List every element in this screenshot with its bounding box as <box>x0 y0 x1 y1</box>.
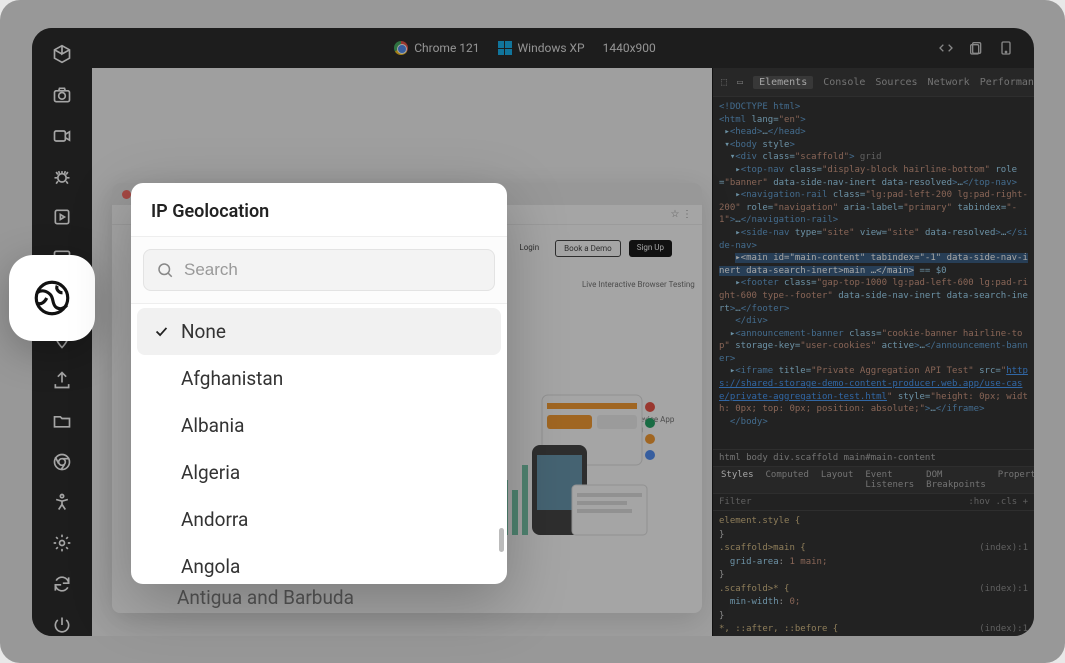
power-icon[interactable] <box>47 613 77 636</box>
device-icon[interactable] <box>998 40 1014 56</box>
search-box[interactable] <box>143 249 495 291</box>
filter-controls[interactable]: :hov .cls + <box>968 497 1028 507</box>
listeners-tab[interactable]: Event Listeners <box>865 470 914 490</box>
list-item[interactable]: Afghanistan <box>137 355 501 402</box>
popover-title: IP Geolocation <box>151 201 487 222</box>
active-tool-globe[interactable] <box>9 255 95 341</box>
video-icon[interactable] <box>47 124 77 147</box>
list-item[interactable]: Angola <box>137 543 501 584</box>
list-item[interactable]: Andorra <box>137 496 501 543</box>
windows-icon <box>498 41 512 55</box>
signup-button[interactable]: Sign Up <box>629 240 672 257</box>
geolocation-overflow-item[interactable]: Antigua and Barbuda <box>177 586 354 609</box>
devtools-tab-console[interactable]: Console <box>823 77 865 88</box>
devtools-breadcrumb[interactable]: html body div.scaffold main#main-content <box>713 449 1034 466</box>
logo-icon[interactable] <box>47 43 77 66</box>
devtools-tab-performance[interactable]: Performance <box>980 77 1034 88</box>
search-input[interactable] <box>184 260 482 280</box>
settings-icon[interactable] <box>47 532 77 555</box>
list-item[interactable]: Algeria <box>137 449 501 496</box>
devtools-tabs: ⬚ ▭ Elements Console Sources Network Per… <box>713 68 1034 97</box>
browser-chip: Chrome 121 <box>394 41 479 55</box>
devtools-panel: ⬚ ▭ Elements Console Sources Network Per… <box>712 68 1034 636</box>
play-icon[interactable] <box>47 206 77 229</box>
book-demo-button[interactable]: Book a Demo <box>555 240 621 257</box>
check-icon <box>151 323 171 340</box>
chrome-icon <box>394 41 408 55</box>
devtools-inspect-icon[interactable]: ⬚ <box>721 77 727 88</box>
devtools-styles-tabs: Styles Computed Layout Event Listeners D… <box>713 467 1034 494</box>
scrollbar-thumb[interactable] <box>499 528 504 552</box>
devtools-tab-sources[interactable]: Sources <box>875 77 917 88</box>
styles-tab[interactable]: Styles <box>721 470 754 490</box>
login-link[interactable]: Login <box>511 240 547 257</box>
breakpoints-tab[interactable]: DOM Breakpoints <box>926 470 986 490</box>
country-list[interactable]: None Afghanistan Albania Algeria Andorra… <box>131 304 507 584</box>
devtools-dom-tree[interactable]: <!DOCTYPE html> <html lang="en"> ▸<head>… <box>713 97 1034 449</box>
properties-tab[interactable]: Properties <box>998 470 1034 490</box>
devtools-tab-network[interactable]: Network <box>928 77 970 88</box>
chrome-icon[interactable] <box>47 450 77 473</box>
clipboard-icon[interactable] <box>968 40 984 56</box>
search-icon <box>156 261 174 279</box>
devtools-tab-elements[interactable]: Elements <box>753 76 813 89</box>
os-chip: Windows XP <box>498 41 585 55</box>
styles-pane[interactable]: element.style { } .scaffold>main {(index… <box>713 511 1034 636</box>
sync-icon[interactable] <box>47 573 77 596</box>
list-item[interactable]: Albania <box>137 402 501 449</box>
filter-input[interactable]: Filter <box>719 497 752 507</box>
computed-tab[interactable]: Computed <box>766 470 809 490</box>
camera-icon[interactable] <box>47 84 77 107</box>
layout-tab[interactable]: Layout <box>821 470 854 490</box>
code-icon[interactable] <box>938 40 954 56</box>
geolocation-popover: IP Geolocation None Afghanistan Albania … <box>131 183 507 584</box>
topbar: Chrome 121 Windows XP 1440x900 <box>92 28 1034 68</box>
folder-icon[interactable] <box>47 410 77 433</box>
upload-icon[interactable] <box>47 369 77 392</box>
bug-icon[interactable] <box>47 165 77 188</box>
accessibility-icon[interactable] <box>47 491 77 514</box>
devtools-device-icon[interactable]: ▭ <box>737 77 743 88</box>
resolution-label: 1440x900 <box>603 41 656 55</box>
hero-label-1: Live Interactive Browser Testing <box>582 280 695 290</box>
list-item[interactable]: None <box>137 308 501 355</box>
